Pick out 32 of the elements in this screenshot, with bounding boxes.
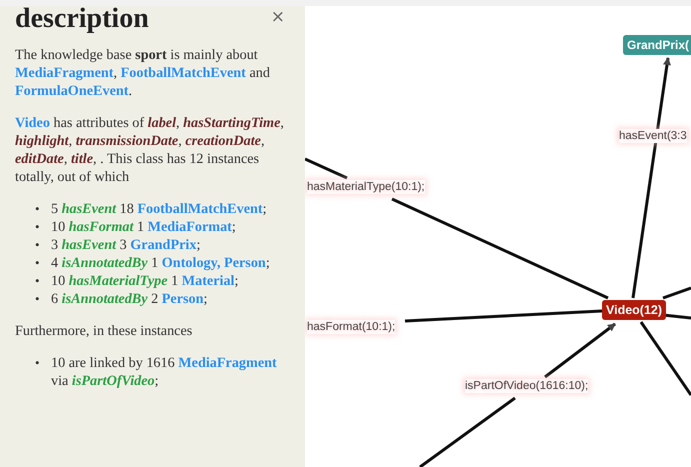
bullet: • — [35, 290, 41, 308]
bullet: • — [35, 236, 41, 254]
link[interactable]: FootballMatchEvent — [120, 65, 246, 81]
relation-item: 3 hasEvent 3 GrandPrix; — [51, 236, 202, 254]
link[interactable]: Ontology, Person — [162, 255, 266, 271]
bullet: • — [35, 200, 41, 218]
close-button[interactable]: × — [268, 8, 287, 26]
relation-item: 4 isAnnotatedBy 1 Ontology, Person; — [51, 254, 271, 272]
relation-item: 10 hasMaterialType 1 Material; — [51, 272, 240, 290]
bullet: • — [35, 254, 41, 272]
relation-item: 5 hasEvent 18 FootballMatchEvent; — [51, 200, 268, 218]
link[interactable]: Person — [162, 291, 204, 307]
link[interactable]: Material — [182, 273, 234, 289]
description-paragraph: Video has attributes of label, hasStartingTime, highlight, transmissionDate, creationDate, editDate, title, . This class has 12 instances totally, out of which — [15, 114, 285, 186]
relation-item: 10 hasFormat 1 MediaFormat; — [51, 218, 237, 236]
panel-title: description — [15, 6, 149, 32]
relation-item: 10 are linked by 1616 MediaFragment via isPartOfVideo; — [51, 354, 278, 390]
graph-node[interactable]: GrandPrix( — [623, 35, 691, 55]
bullet: • — [35, 272, 41, 290]
link[interactable]: FormulaOneEvent — [15, 83, 128, 99]
bullet: • — [35, 354, 41, 372]
link[interactable]: GrandPrix — [130, 237, 196, 253]
link[interactable]: MediaFragment — [15, 65, 114, 81]
relation-item: 6 isAnnotatedBy 2 Person; — [51, 290, 208, 308]
link[interactable]: MediaFormat — [148, 219, 232, 235]
link[interactable]: MediaFragment — [178, 355, 277, 371]
description-paragraph: Furthermore, in these instances — [15, 322, 194, 340]
link[interactable]: FootballMatchEvent — [137, 201, 263, 217]
link[interactable]: Video — [15, 115, 50, 131]
description-paragraph: The knowledge base sport is mainly about MediaFragment, FootballMatchEvent and FormulaOneEvent. — [15, 46, 271, 100]
graph-node[interactable]: Video(12) — [602, 300, 666, 320]
bullet: • — [35, 218, 41, 236]
